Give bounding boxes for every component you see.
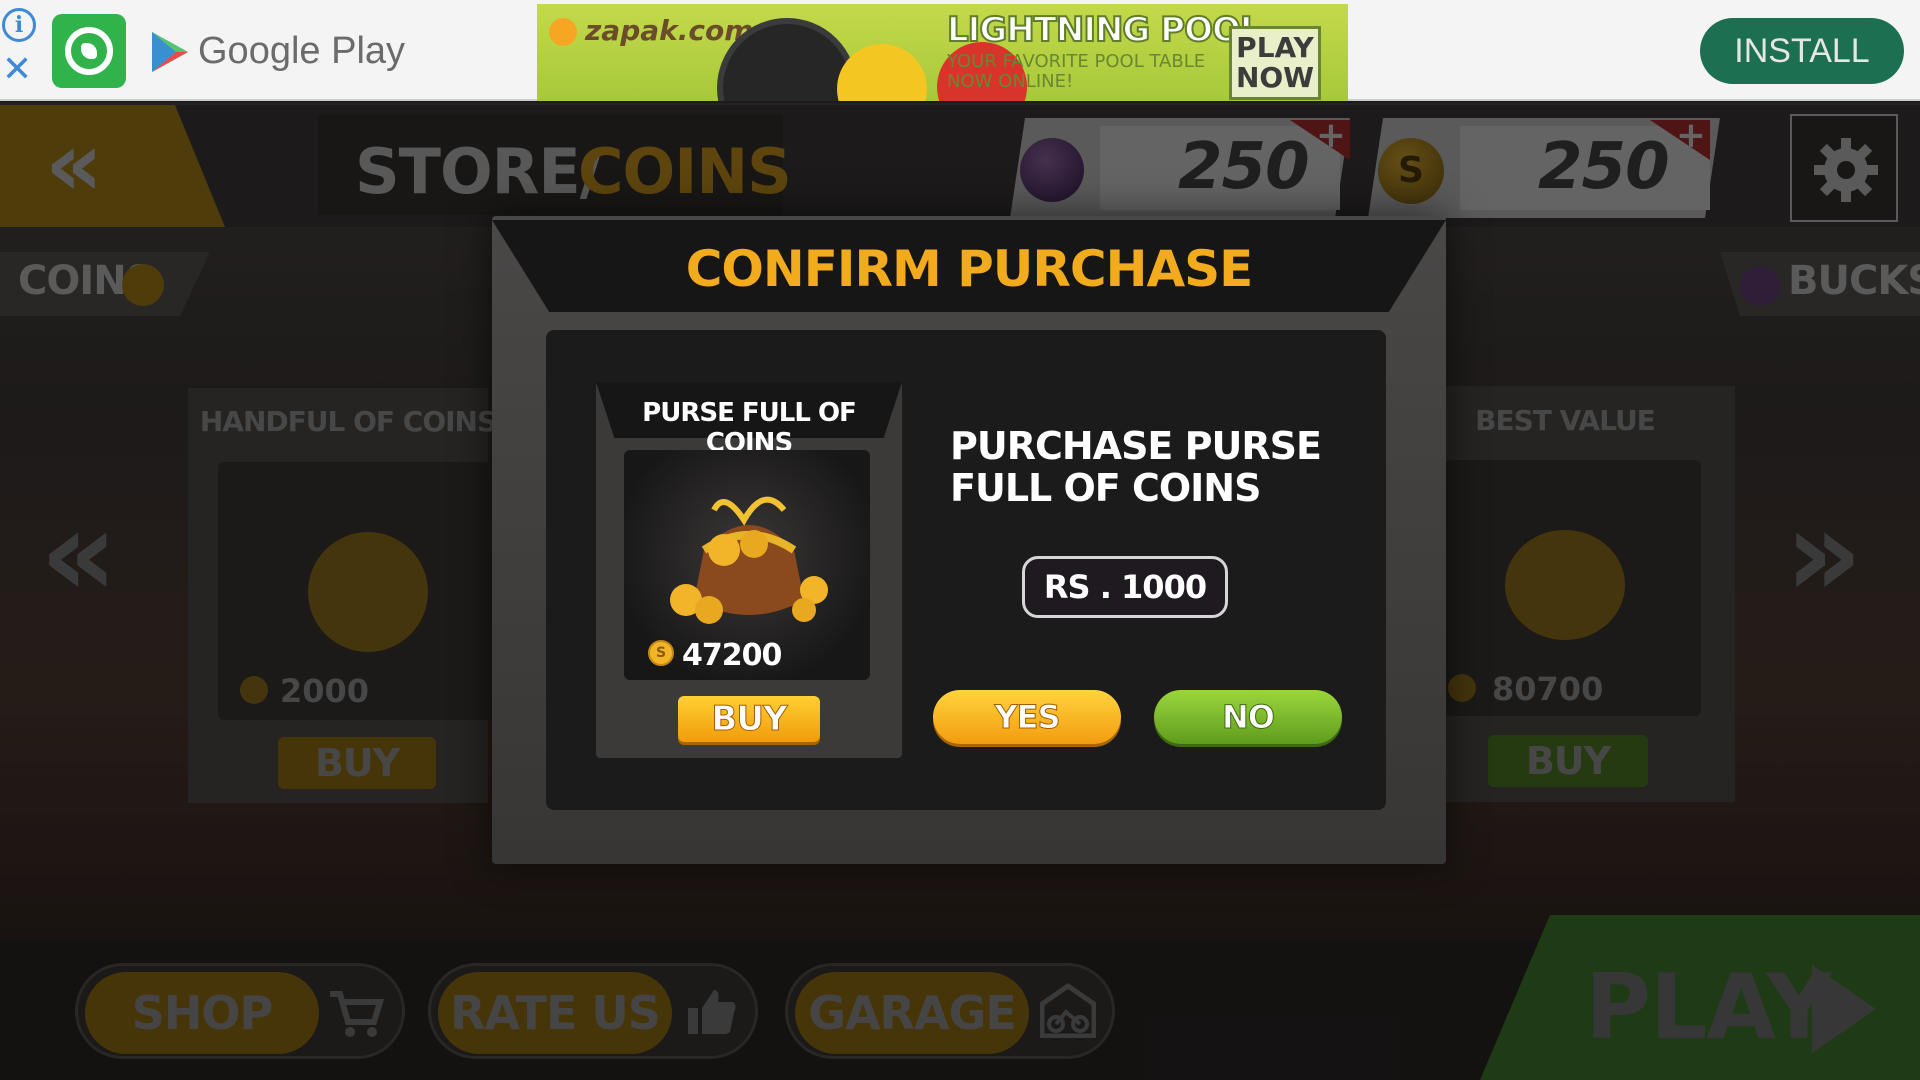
google-play-label: Google Play xyxy=(198,30,406,72)
ad-cta-line: NOW xyxy=(1235,61,1315,94)
ad-install-button[interactable]: INSTALL xyxy=(1700,18,1904,84)
price-label: RS . 1000 xyxy=(1022,556,1228,618)
ad-tagline-line: NOW ONLINE! xyxy=(947,71,1074,92)
yes-button[interactable]: YES xyxy=(933,690,1121,744)
google-play-icon xyxy=(152,32,188,72)
ad-tagline-line: YOUR FAVORITE POOL TABLE xyxy=(947,51,1206,72)
item-buy-button[interactable]: BUY xyxy=(678,696,820,742)
ad-cta-line: PLAY xyxy=(1236,31,1314,64)
purchase-message: PURCHASE PURSE FULL OF COINS xyxy=(950,424,1322,510)
ad-brand: zapak.com xyxy=(585,14,754,47)
no-button[interactable]: NO xyxy=(1154,690,1342,744)
ad-info-icon[interactable]: i xyxy=(2,8,36,42)
coin-icon: S xyxy=(648,640,674,666)
item-name: PURSE FULL OF COINS xyxy=(642,398,857,458)
ad-creative[interactable]: zapak.com LIGHTNING POOL YOUR FAVORITE P… xyxy=(537,4,1348,101)
item-coin-amount: 47200 xyxy=(682,638,782,673)
zapak-logo-icon xyxy=(549,18,577,46)
pool-ball-icon xyxy=(837,44,927,101)
ad-headline: LIGHTNING POOL xyxy=(946,9,1263,51)
dialog-title: CONFIRM PURCHASE xyxy=(685,240,1254,298)
ad-close-icon[interactable]: ✕ xyxy=(2,52,32,88)
ad-tagline: YOUR FAVORITE POOL TABLE NOW ONLINE! xyxy=(947,52,1205,92)
ad-play-now-button[interactable]: PLAY NOW xyxy=(1229,26,1321,100)
whatsapp-icon[interactable] xyxy=(52,14,126,88)
